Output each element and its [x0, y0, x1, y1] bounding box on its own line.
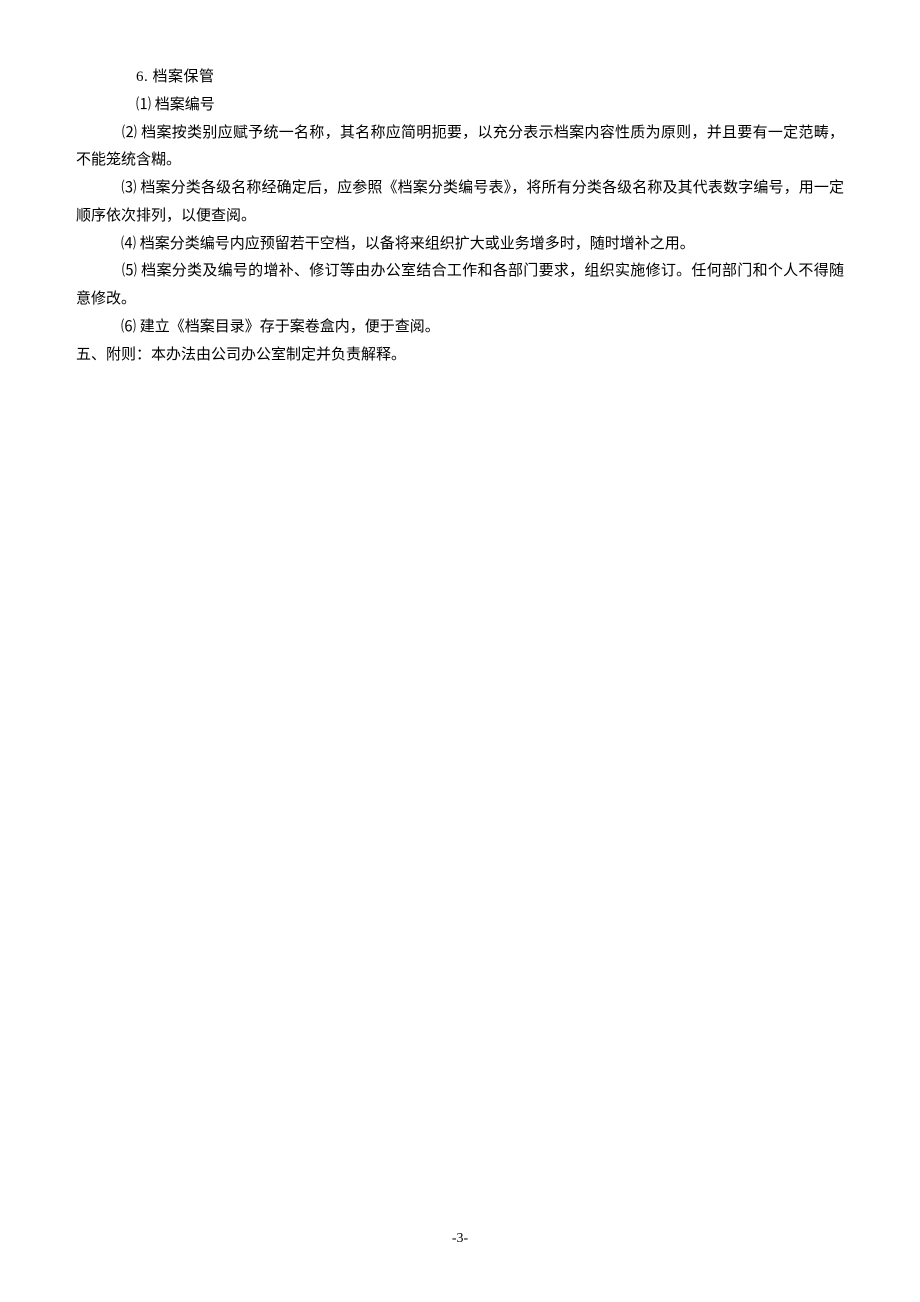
line-item: ⑸ 档案分类及编号的增补、修订等由办公室结合工作和各部门要求，组织实施修订。任何… [76, 258, 844, 314]
line-item: 五、附则：本办法由公司办公室制定并负责解释。 [76, 342, 844, 370]
line-item: ⑷ 档案分类编号内应预留若干空档，以备将来组织扩大或业务增多时，随时增补之用。 [76, 231, 844, 259]
line-item: ⑵ 档案按类别应赋予统一名称，其名称应简明扼要，以充分表示档案内容性质为原则，并… [76, 120, 844, 176]
page-number: -3- [0, 1226, 920, 1252]
line-item: ⑶ 档案分类各级名称经确定后，应参照《档案分类编号表》，将所有分类各级名称及其代… [76, 175, 844, 231]
line-item: ⑹ 建立《档案目录》存于案卷盒内，便于查阅。 [76, 314, 844, 342]
line-item: ⑴ 档案编号 [76, 92, 844, 120]
line-item: 6. 档案保管 [76, 64, 844, 92]
document-body: 6. 档案保管 ⑴ 档案编号 ⑵ 档案按类别应赋予统一名称，其名称应简明扼要，以… [0, 0, 920, 369]
